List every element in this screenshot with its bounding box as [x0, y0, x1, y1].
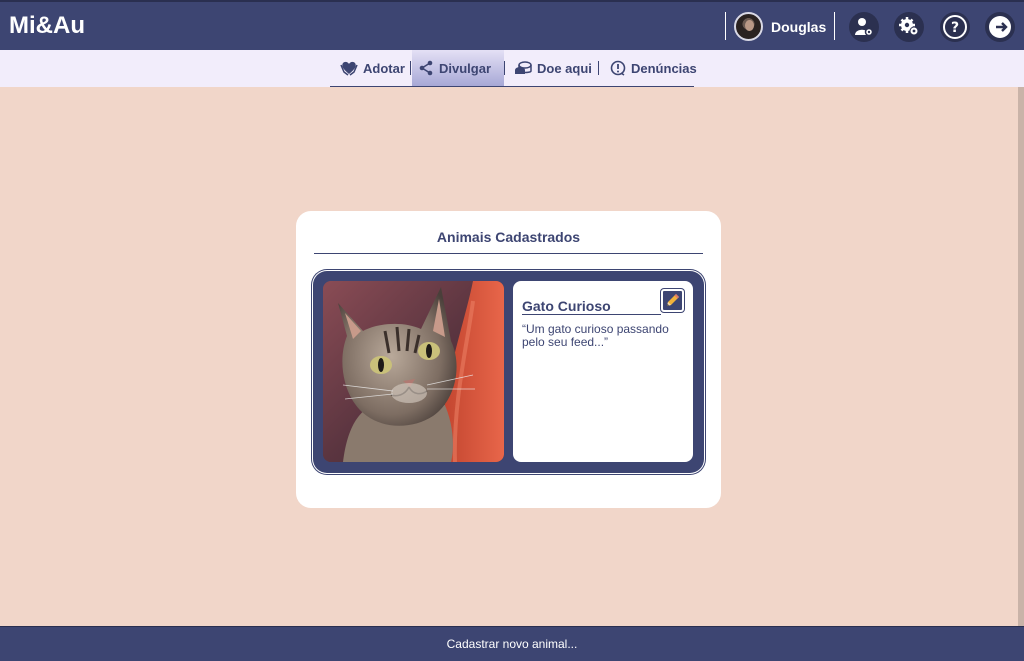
nav-divider — [410, 61, 411, 75]
bottom-bar: Cadastrar novo animal... — [0, 626, 1024, 661]
nav-item-doe-aqui[interactable]: Doe aqui — [508, 50, 598, 86]
gears-icon[interactable] — [894, 12, 924, 42]
main-nav: Adotar Divulgar Doe aqui Denúncias — [330, 50, 697, 87]
nav-label-doe-aqui: Doe aqui — [537, 60, 592, 76]
pencil-icon — [667, 294, 679, 306]
add-animal-button[interactable]: Cadastrar novo animal... — [447, 637, 578, 651]
nav-label-divulgar: Divulgar — [439, 60, 492, 76]
panel-title: Animais Cadastrados — [314, 229, 703, 254]
share-icon — [419, 60, 433, 76]
animal-description: “Um gato curioso passando pelo seu feed.… — [522, 322, 669, 349]
coins-icon — [515, 61, 532, 74]
animal-info: Gato Curioso “Um gato curioso passando p… — [513, 281, 693, 462]
animal-photo — [323, 281, 504, 462]
brand-logo[interactable]: Mi&Au — [9, 12, 85, 40]
header-divider — [725, 12, 726, 40]
heart-hands-icon — [340, 61, 358, 76]
nav-label-denuncias: Denúncias — [631, 60, 697, 76]
scrollbar-thumb[interactable] — [1018, 87, 1024, 627]
top-header: Mi&Au Douglas ? — [0, 0, 1024, 50]
header-divider — [834, 12, 835, 40]
avatar[interactable] — [734, 12, 763, 41]
help-icon[interactable]: ? — [940, 12, 970, 42]
animals-panel: Animais Cadastrados Gato Curioso “Um gat… — [296, 211, 721, 508]
logout-icon[interactable] — [985, 12, 1015, 42]
scrollbar[interactable] — [1017, 87, 1024, 627]
nav-item-adotar[interactable]: Adotar — [334, 50, 411, 86]
animal-card[interactable]: Gato Curioso “Um gato curioso passando p… — [313, 271, 704, 473]
nav-item-denuncias[interactable]: Denúncias — [604, 50, 703, 86]
nav-divider — [598, 61, 599, 75]
svg-text:?: ? — [951, 20, 959, 36]
nav-label-adotar: Adotar — [363, 60, 405, 76]
nav-item-divulgar[interactable]: Divulgar — [412, 50, 504, 86]
nav-strip: Adotar Divulgar Doe aqui Denúncias — [0, 50, 1024, 87]
alert-icon — [610, 60, 626, 76]
animal-name: Gato Curioso — [522, 298, 661, 315]
edit-button[interactable] — [661, 289, 684, 312]
user-settings-icon[interactable] — [849, 12, 879, 42]
username-label[interactable]: Douglas — [771, 19, 826, 35]
nav-divider — [504, 61, 505, 75]
